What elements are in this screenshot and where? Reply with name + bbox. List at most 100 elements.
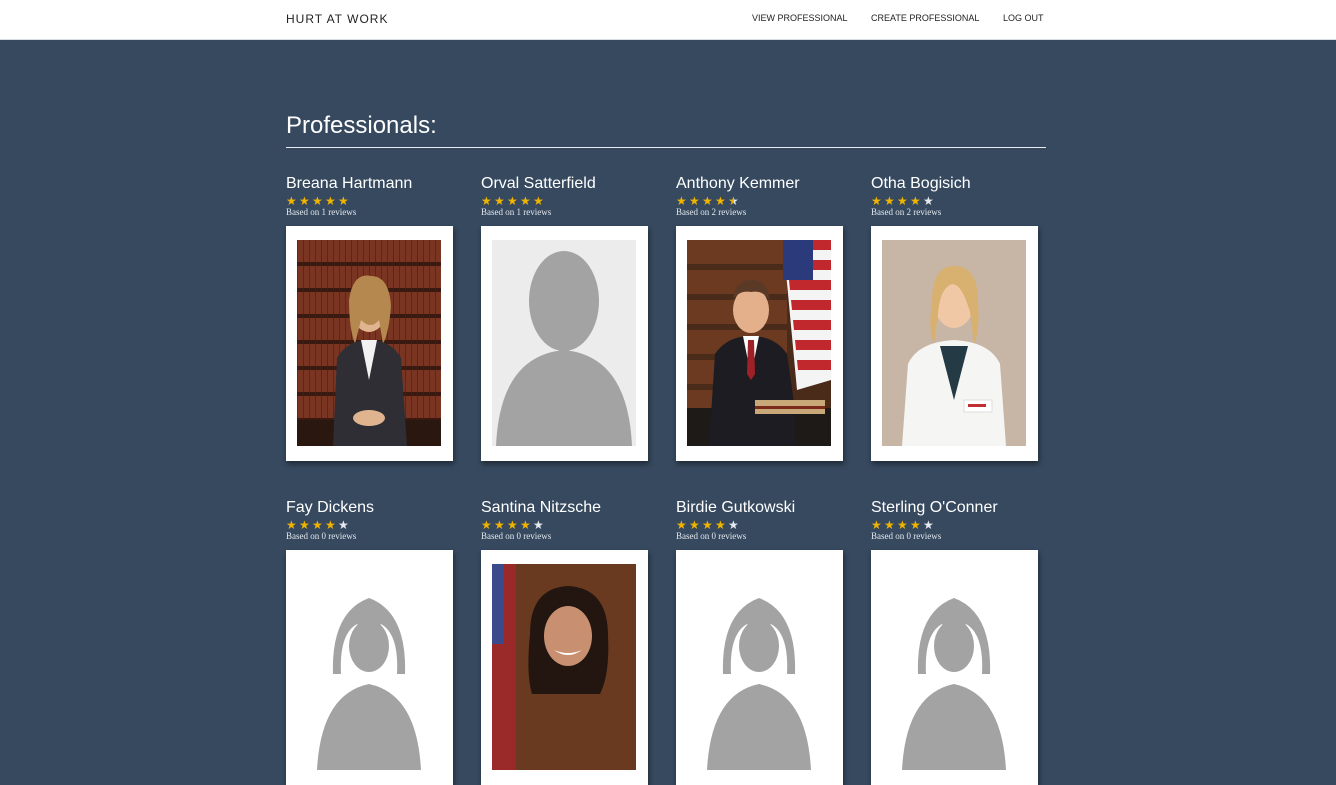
star-icon: ★	[884, 518, 895, 532]
rating-stars: ★ ★ ★ ★ ★	[481, 519, 648, 531]
placeholder-avatar-female-image	[882, 564, 1026, 770]
rating-stars: ★ ★ ★ ★ ★	[676, 195, 843, 207]
professional-photo-frame[interactable]	[286, 226, 453, 461]
star-icon: ★	[325, 194, 336, 208]
reviews-count: Based on 0 reviews	[286, 531, 357, 541]
star-icon: ★	[715, 194, 726, 208]
star-icon: ★	[533, 194, 544, 208]
star-icon: ★	[338, 518, 349, 532]
star-icon: ★	[728, 518, 739, 532]
rating-stars: ★ ★ ★ ★ ★	[286, 195, 453, 207]
rating-stars: ★ ★ ★ ★ ★	[481, 195, 648, 207]
star-icon: ★	[494, 518, 505, 532]
professional-card: Otha Bogisich ★ ★ ★ ★ ★ Based on 2 reviews	[871, 175, 1038, 461]
professional-photo	[882, 564, 1026, 770]
lawyer-man-flag-photo	[687, 240, 831, 446]
professional-photo	[492, 564, 636, 770]
top-navbar: HURT AT WORK VIEW PROFESSIONAL CREATE PR…	[0, 0, 1336, 40]
rating-stars: ★ ★ ★ ★ ★	[871, 195, 1038, 207]
professional-photo	[297, 240, 441, 446]
star-icon: ★	[884, 194, 895, 208]
placeholder-avatar-image	[492, 240, 636, 446]
professional-photo-frame[interactable]	[871, 550, 1038, 785]
reviews-count: Based on 2 reviews	[871, 207, 942, 217]
star-icon: ★	[507, 194, 518, 208]
reviews-count: Based on 1 reviews	[481, 207, 552, 217]
nav-view-professional[interactable]: VIEW PROFESSIONAL	[752, 13, 848, 23]
professional-photo-frame[interactable]	[871, 226, 1038, 461]
star-icon: ★	[299, 194, 310, 208]
reviews-count: Based on 0 reviews	[481, 531, 552, 541]
star-icon: ★	[689, 518, 700, 532]
professional-card: Sterling O'Conner ★ ★ ★ ★ ★ Based on 0 revie…	[871, 499, 1038, 785]
professional-card: Anthony Kemmer ★ ★ ★ ★ ★ Based on 2 reviews	[676, 175, 843, 461]
professional-photo	[687, 240, 831, 446]
reviews-count: Based on 1 reviews	[286, 207, 357, 217]
physician-woman-photo	[882, 240, 1026, 446]
professional-photo	[492, 240, 636, 446]
professional-card: Santina Nitzsche ★ ★ ★ ★ ★ Based on 0 review…	[481, 499, 648, 785]
star-icon: ★	[897, 518, 908, 532]
star-icon: ★	[923, 518, 934, 532]
star-icon: ★	[871, 518, 882, 532]
reviews-count: Based on 2 reviews	[676, 207, 747, 217]
title-divider	[286, 147, 1046, 148]
star-icon: ★	[286, 518, 297, 532]
professional-card: Fay Dickens ★ ★ ★ ★ ★ Based on 0 reviews	[286, 499, 453, 785]
professional-name[interactable]: Fay Dickens	[286, 499, 453, 517]
nav-log-out[interactable]: LOG OUT	[1003, 13, 1044, 23]
star-icon: ★	[923, 194, 934, 208]
star-icon: ★	[897, 194, 908, 208]
reviews-count: Based on 0 reviews	[871, 531, 942, 541]
professional-photo	[687, 564, 831, 770]
professional-name[interactable]: Birdie Gutkowski	[676, 499, 843, 517]
rating-stars: ★ ★ ★ ★ ★	[871, 519, 1038, 531]
star-icon: ★	[325, 518, 336, 532]
star-icon: ★	[715, 518, 726, 532]
star-icon: ★	[312, 518, 323, 532]
star-icon: ★	[871, 194, 882, 208]
professional-card: Birdie Gutkowski ★ ★ ★ ★ ★ Based on 0 review…	[676, 499, 843, 785]
star-icon: ★	[910, 518, 921, 532]
star-icon: ★	[676, 518, 687, 532]
star-icon: ★	[702, 194, 713, 208]
star-icon: ★	[520, 518, 531, 532]
professional-name[interactable]: Anthony Kemmer	[676, 175, 843, 193]
professional-photo-frame[interactable]	[286, 550, 453, 785]
nav-links: VIEW PROFESSIONAL CREATE PROFESSIONAL LO…	[0, 13, 1046, 27]
star-icon: ★	[910, 194, 921, 208]
professional-card: Orval Satterfield ★ ★ ★ ★ ★ Based on 1 revie…	[481, 175, 648, 461]
nav-create-professional[interactable]: CREATE PROFESSIONAL	[871, 13, 979, 23]
star-icon: ★	[312, 194, 323, 208]
professional-name[interactable]: Breana Hartmann	[286, 175, 453, 193]
professional-photo-frame[interactable]	[481, 226, 648, 461]
star-icon: ★	[494, 194, 505, 208]
professional-photo	[882, 240, 1026, 446]
star-icon: ★	[676, 194, 687, 208]
star-icon: ★	[689, 194, 700, 208]
star-icon: ★	[702, 518, 713, 532]
placeholder-avatar-female-image	[687, 564, 831, 770]
star-icon: ★	[299, 518, 310, 532]
star-icon: ★	[481, 194, 492, 208]
professional-name[interactable]: Santina Nitzsche	[481, 499, 648, 517]
star-icon: ★	[481, 518, 492, 532]
star-icon: ★	[338, 194, 349, 208]
professional-photo-frame[interactable]	[481, 550, 648, 785]
reviews-count: Based on 0 reviews	[676, 531, 747, 541]
star-icon: ★	[286, 194, 297, 208]
page-title: Professionals:	[286, 112, 437, 139]
professional-name[interactable]: Orval Satterfield	[481, 175, 648, 193]
placeholder-avatar-female-image	[297, 564, 441, 770]
star-icon: ★	[520, 194, 531, 208]
professional-photo-frame[interactable]	[676, 226, 843, 461]
lawyer-woman-photo	[297, 240, 441, 446]
official-woman-photo	[492, 564, 636, 770]
rating-stars: ★ ★ ★ ★ ★	[286, 519, 453, 531]
professional-card: Breana Hartmann ★ ★ ★ ★ ★ Based on 1 reviews	[286, 175, 453, 461]
professional-name[interactable]: Otha Bogisich	[871, 175, 1038, 193]
professional-photo	[297, 564, 441, 770]
professional-name[interactable]: Sterling O'Conner	[871, 499, 1038, 517]
professional-photo-frame[interactable]	[676, 550, 843, 785]
rating-stars: ★ ★ ★ ★ ★	[676, 519, 843, 531]
